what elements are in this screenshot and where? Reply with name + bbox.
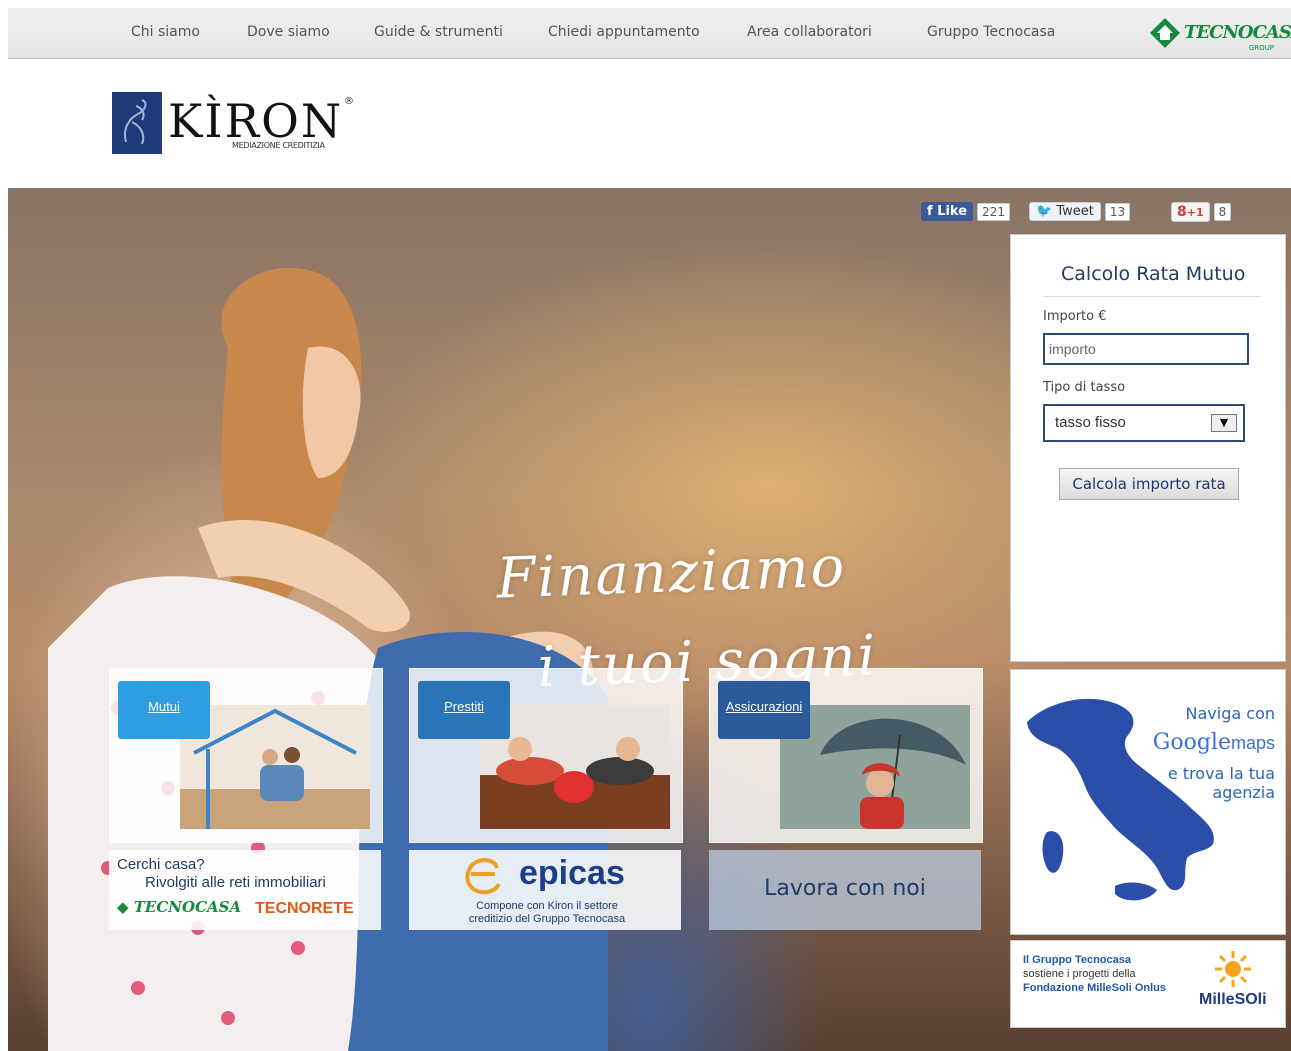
gplus-count: 8 xyxy=(1213,203,1232,221)
millesoli-text: Il Gruppo Tecnocasa sostiene i progetti … xyxy=(1023,953,1166,995)
mortgage-calculator: Calcolo Rata Mutuo Importo € Tipo di tas… xyxy=(1010,234,1286,662)
tweet-count: 13 xyxy=(1104,202,1131,221)
fondazione-text: Fondazione MilleSoli Onlus xyxy=(1023,982,1167,994)
tasso-selected-value: tasso fisso xyxy=(1055,414,1126,431)
agenzia-text: agenzia xyxy=(1212,783,1275,802)
tag-assicurazioni[interactable]: Assicurazioni xyxy=(718,681,810,739)
divider xyxy=(1043,296,1261,297)
top-navigation: Chi siamo Dove siamo Guide & strumenti C… xyxy=(8,8,1291,59)
cerchi-casa-text: Cerchi casa? xyxy=(117,856,205,873)
calcola-rata-button[interactable]: Calcola importo rata xyxy=(1059,468,1239,500)
lavora-con-noi-link[interactable]: Lavora con noi xyxy=(709,876,981,901)
kiron-emblem-icon xyxy=(112,92,162,154)
house-icon xyxy=(1150,18,1180,48)
google-maps-logo: Googlemaps xyxy=(1153,730,1275,755)
tecnorete-logo[interactable]: TECNORETE xyxy=(255,900,354,918)
facebook-icon: f xyxy=(927,204,938,219)
nav-chiedi-appuntamento[interactable]: Chiedi appuntamento xyxy=(548,24,700,40)
cerchi-casa-promo[interactable]: Cerchi casa? Rivolgiti alle reti immobil… xyxy=(109,850,381,930)
tecnocasa-logo-text: TECNOCASA xyxy=(133,898,242,916)
registered-mark: ® xyxy=(344,96,354,107)
kiron-logo[interactable]: KÌRON ® MEDIAZIONE CREDITIZIA xyxy=(112,92,372,156)
nav-gruppo-tecnocasa[interactable]: Gruppo Tecnocasa xyxy=(927,24,1055,40)
facebook-like-button[interactable]: f Like xyxy=(921,202,974,221)
twitter-bird-icon: 🐦 xyxy=(1036,204,1053,219)
slogan-line-1: Finanziamo xyxy=(495,534,848,612)
facebook-like: f Like 221 xyxy=(921,202,1010,224)
naviga-con-text: Naviga con xyxy=(1185,704,1275,723)
epicas-promo[interactable]: epicas Compone con Kiron il settore cred… xyxy=(409,850,681,930)
tweet-label: Tweet xyxy=(1056,204,1094,219)
brand-subtitle: MEDIAZIONE CREDITIZIA xyxy=(232,141,325,150)
sun-icon xyxy=(1215,951,1251,987)
epicas-e-icon xyxy=(465,858,501,895)
epicas-description: Compone con Kiron il settore creditizio … xyxy=(468,900,626,925)
twitter-tweet: 🐦 Tweet 13 xyxy=(1029,202,1131,224)
trova-agenzia-text: e trova la tua xyxy=(1167,764,1275,783)
tasso-select[interactable]: tasso fisso ▼ xyxy=(1043,404,1245,442)
gruppo-tecnocasa-text: Il Gruppo Tecnocasa xyxy=(1023,954,1131,966)
tecnocasa-group-logo[interactable]: TECNOCASA GROUP xyxy=(1148,14,1291,54)
lavora-con-noi-promo[interactable]: Lavora con noi xyxy=(709,850,981,930)
google-maps-agency-finder[interactable]: Naviga con Googlemaps e trova la tua age… xyxy=(1010,669,1286,935)
gplus-label: +1 xyxy=(1186,206,1204,219)
like-label: Like xyxy=(937,204,968,219)
importo-label: Importo € xyxy=(1043,309,1107,324)
importo-input[interactable] xyxy=(1043,333,1249,365)
sostiene-text: sostiene i progetti della xyxy=(1023,968,1136,980)
google-wordmark: Google xyxy=(1152,730,1231,755)
nav-area-collaboratori[interactable]: Area collaboratori xyxy=(747,24,872,40)
epicas-wordmark: epicas xyxy=(519,854,625,892)
google-plus-icon: 8 xyxy=(1177,204,1187,220)
rivolgiti-text: Rivolgiti alle reti immobiliari xyxy=(145,874,326,891)
nav-chi-siamo[interactable]: Chi siamo xyxy=(131,24,200,40)
google-plus: 8+1 8 xyxy=(1171,202,1232,224)
nav-dove-siamo[interactable]: Dove siamo xyxy=(247,24,330,40)
calculator-title: Calcolo Rata Mutuo xyxy=(1061,263,1246,285)
dropdown-arrow-icon[interactable]: ▼ xyxy=(1211,414,1237,432)
like-count: 221 xyxy=(977,202,1010,221)
nav-guide-strumenti[interactable]: Guide & strumenti xyxy=(374,24,503,40)
tile-prestiti[interactable]: Prestiti xyxy=(409,668,683,843)
tag-prestiti[interactable]: Prestiti xyxy=(418,681,510,739)
tecnocasa-wordmark: TECNOCASA xyxy=(1184,22,1291,43)
tweet-button[interactable]: 🐦 Tweet xyxy=(1029,202,1101,221)
tasso-label: Tipo di tasso xyxy=(1043,380,1126,395)
tecnocasa-franchising-logo[interactable]: ◆ TECNOCASA xyxy=(117,898,241,916)
brand-name: KÌRON xyxy=(168,94,344,148)
millesoli-promo[interactable]: Il Gruppo Tecnocasa sostiene i progetti … xyxy=(1010,940,1286,1028)
tag-mutui[interactable]: Mutui xyxy=(118,681,210,739)
maps-wordmark: maps xyxy=(1230,733,1275,753)
tile-mutui[interactable]: Mutui xyxy=(109,668,383,843)
group-label: GROUP xyxy=(1248,44,1274,52)
google-plus-button[interactable]: 8+1 xyxy=(1171,202,1210,222)
tile-assicurazioni[interactable]: Assicurazioni xyxy=(709,668,983,843)
millesoli-logo: MilleSOli xyxy=(1199,991,1267,1008)
